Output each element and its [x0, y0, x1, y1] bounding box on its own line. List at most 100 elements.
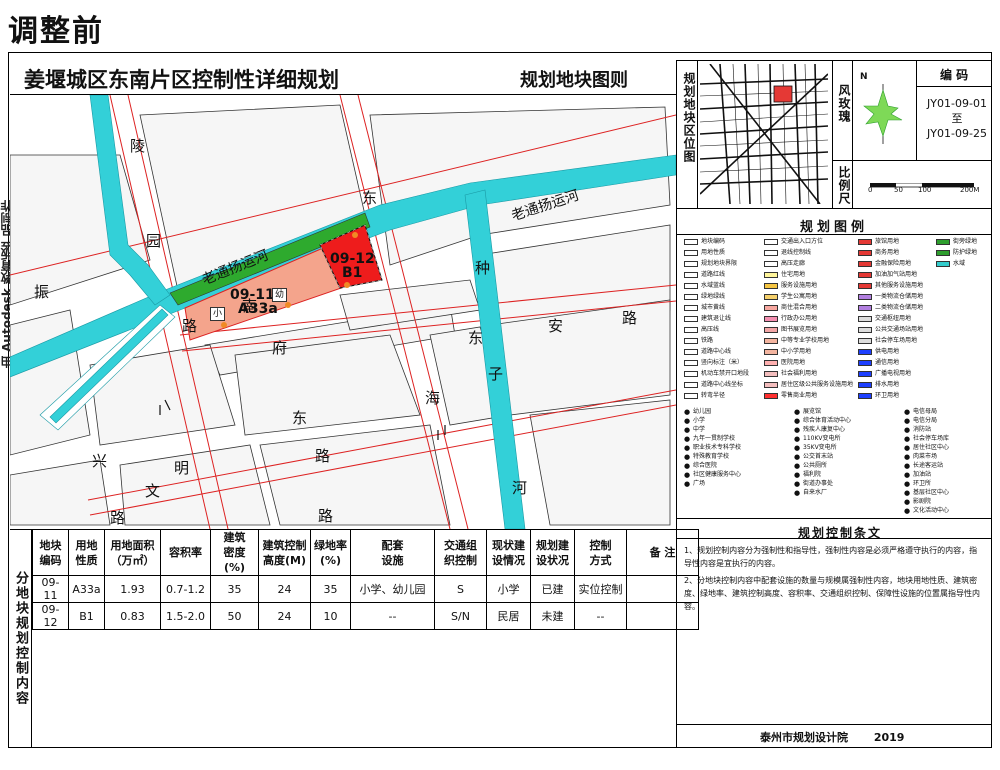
legend-label: 铁路 — [701, 337, 714, 344]
table-row: 09-11 A33a 1.93 0.7-1.2 35 24 35 小学、幼儿园 S 小学 已建 实位控… — [32, 575, 699, 603]
legend-label: 居住区级公共服务设施用地 — [781, 381, 854, 388]
legend-label: 零售商业用地 — [781, 392, 818, 399]
legend-item: ● 福利院 — [794, 471, 821, 479]
road-label: 振 — [34, 283, 50, 301]
legend-label: 特殊教育学校 — [693, 453, 730, 460]
legend-swatch — [858, 382, 872, 388]
legend-swatch — [684, 305, 698, 311]
legend-label: 水域 — [953, 260, 966, 267]
legend-label: 环卫用地 — [875, 392, 900, 399]
scale-label: 比例尺 — [837, 166, 851, 205]
legend-item: 高压线 — [684, 326, 719, 334]
legend-item: 二类物流仓储用地 — [858, 304, 923, 312]
legend-swatch — [684, 371, 698, 377]
table-cell: 35 — [310, 575, 351, 603]
divider — [832, 60, 833, 208]
legend-label: 肉菜市场 — [913, 453, 938, 460]
legend-label: 一类物流仓储用地 — [875, 293, 924, 300]
legend-label: 转弯半径 — [701, 392, 726, 399]
facility-icon: ● — [684, 462, 691, 470]
legend-label: 消防站 — [913, 426, 932, 433]
legend-label: 交通出入口方位 — [781, 238, 824, 245]
facility-icon: ● — [794, 453, 801, 461]
table-cell: 0.7-1.2 — [160, 575, 211, 603]
legend-item: 公共交通场站用地 — [858, 326, 923, 334]
school-badge: 小 — [210, 307, 226, 321]
legend-swatch — [684, 382, 698, 388]
legend-label: 社会停车场用地 — [875, 337, 918, 344]
legend-label: 电信母局 — [913, 408, 938, 415]
divider — [832, 160, 992, 161]
legend-swatch — [764, 371, 778, 377]
facility-icon: ● — [904, 444, 911, 452]
legend-label: 福利院 — [803, 471, 822, 478]
legend-item: 中小学用地 — [764, 348, 811, 356]
legend-swatch — [684, 261, 698, 267]
legend-item: ● 综合医院 — [684, 462, 717, 470]
facility-icon: ● — [684, 480, 691, 488]
legend-swatch — [936, 261, 950, 267]
legend-item: 交通出入口方位 — [764, 238, 823, 246]
table-cell: 已建 — [530, 575, 575, 603]
legend-item: ● 展览馆 — [794, 408, 821, 416]
legend-label: 幼儿园 — [693, 408, 712, 415]
road-label: 东 — [362, 189, 378, 207]
legend-swatch — [936, 250, 950, 256]
legend-label: 机动车禁开口地段 — [701, 370, 750, 377]
divider — [916, 86, 992, 87]
plot-type: A33a — [238, 301, 278, 317]
code-range: JY01-09-01 至 JY01-09-25 — [916, 96, 998, 141]
legend-swatch — [684, 272, 698, 278]
legend-item: ● 中学 — [684, 426, 705, 434]
table-cell: 24 — [258, 602, 311, 630]
table-header-cell: 规划建 设状况 — [530, 529, 575, 576]
legend-label: 110KV变电所 — [803, 435, 841, 442]
legend-swatch — [858, 239, 872, 245]
facility-icon: ● — [904, 408, 911, 416]
table-cell: 民居 — [486, 602, 531, 630]
legend-item: ● 长途客运站 — [904, 462, 943, 470]
legend-item: 城市黄线 — [684, 304, 725, 312]
legend-label: 城市黄线 — [701, 304, 726, 311]
facility-icon: ● — [904, 435, 911, 443]
code-start: JY01-09-01 — [927, 97, 987, 110]
legend-label: 二类物流仓储用地 — [875, 304, 924, 311]
divider — [676, 724, 992, 725]
legend-item: 通信用地 — [858, 359, 899, 367]
legend-item: 水域蓝线 — [684, 282, 725, 290]
table-header-cell: 建筑控制 高度(M) — [258, 529, 311, 576]
legend-label: 街旁绿地 — [953, 238, 978, 245]
table-cell: S — [434, 575, 487, 603]
road-label: 安 — [548, 317, 564, 335]
legend-item: 退线控制线 — [764, 249, 811, 257]
legend-label: 建筑退让线 — [701, 315, 732, 322]
legend-item: 行政办公用地 — [764, 315, 817, 323]
legend-item: 供电用地 — [858, 348, 899, 356]
legend-label: 排水用地 — [875, 381, 900, 388]
legend-item: ● 影剧院 — [904, 498, 931, 506]
legend-label: 公共厕所 — [803, 462, 828, 469]
legend-label: 35KV变电所 — [803, 444, 837, 451]
legend-item: 地块编码 — [684, 238, 725, 246]
facility-icon: ● — [684, 471, 691, 479]
legend-item: 用地性质 — [684, 249, 725, 257]
legend-item: 中等专业学校用地 — [764, 337, 829, 345]
kindergarten-badge: 幼 — [272, 288, 288, 302]
legend-title: 规划图例 — [800, 220, 869, 235]
table-cell: 10 — [310, 602, 351, 630]
facility-icon: ● — [794, 408, 801, 416]
code-end: JY01-09-25 — [927, 127, 987, 140]
legend-item: 街旁绿地 — [936, 238, 977, 246]
table-cell: 未建 — [530, 602, 575, 630]
code-sep: 至 — [951, 112, 963, 125]
road-label: 路 — [318, 507, 334, 525]
table-header-cell: 绿地率 (%) — [310, 529, 351, 576]
legend-item: 住宅用地 — [764, 271, 805, 279]
road-label: 路 — [315, 447, 331, 465]
clause-item: 1、规划控制内容分为强制性和指导性，强制性内容是必须严格遵守执行的内容，指导性内… — [684, 546, 978, 568]
code-title: 编 码 — [940, 68, 969, 82]
legend-label: 环卫所 — [913, 480, 932, 487]
legend-swatch — [858, 327, 872, 333]
legend-item: ● 公交首末站 — [794, 453, 833, 461]
legend-label: 公交首末站 — [803, 453, 834, 460]
